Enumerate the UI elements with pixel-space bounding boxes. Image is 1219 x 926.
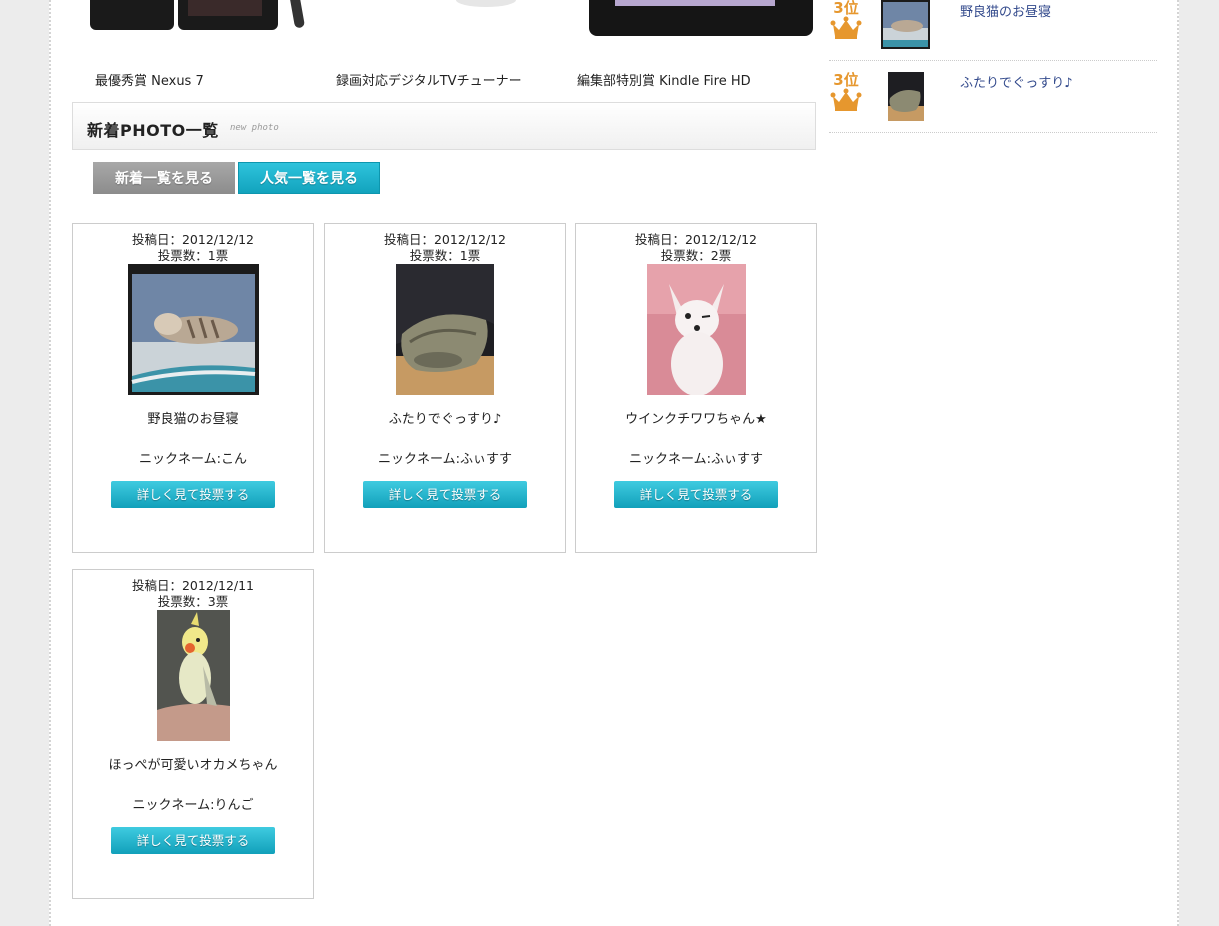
post-date: 投稿日：2012/12/12: [634, 232, 758, 247]
post-date: 投稿日：2012/12/11: [131, 578, 255, 593]
rank-number: 3位: [833, 0, 859, 17]
nickname: ニックネーム:こん: [139, 452, 247, 467]
vote-count: 投票数：3票: [157, 594, 229, 609]
crown-icon: [830, 88, 862, 111]
view-and-vote-button[interactable]: 詳しく見て投票する: [614, 481, 778, 508]
vote-count: 投票数：1票: [409, 248, 481, 263]
photo-title: ほっぺが可愛いオカメちゃん: [108, 758, 278, 773]
cat-photo[interactable]: [127, 264, 259, 395]
kindle-product-image: [589, 0, 813, 36]
ranking-thumbnail[interactable]: [888, 72, 924, 121]
photo-card: 投稿日：2012/12/12 投票数：1票 野良猫のお昼寝 ニックネーム:こん …: [72, 223, 314, 553]
ranking-item: 3位 ふたりでぐっすり♪: [829, 61, 1157, 133]
section-title: 新着PHOTO一覧: [87, 121, 219, 140]
prize-caption-nexus7: 最優秀賞 Nexus 7: [95, 74, 204, 89]
crown-icon: [830, 16, 862, 39]
nexus7-product-image: [90, 0, 305, 30]
prize-caption-kindle: 編集部特別賞 Kindle Fire HD: [577, 74, 751, 89]
ranking-thumbnail[interactable]: [881, 0, 930, 49]
post-date: 投稿日：2012/12/12: [131, 232, 255, 247]
rank-badge: 3位: [829, 0, 863, 44]
view-new-list-button[interactable]: 新着一覧を見る: [93, 162, 235, 194]
chihuahua-photo[interactable]: [646, 264, 746, 395]
view-popular-list-button[interactable]: 人気一覧を見る: [238, 162, 380, 194]
view-and-vote-button[interactable]: 詳しく見て投票する: [363, 481, 527, 508]
new-photo-section-header: 新着PHOTO一覧 new photo: [72, 102, 816, 150]
prize-caption-tv-tuner: 録画対応デジタルTVチューナー: [336, 74, 522, 89]
photo-title: 野良猫のお昼寝: [147, 412, 239, 427]
lizard-photo[interactable]: [396, 264, 494, 395]
ranking-title-link[interactable]: ふたりでぐっすり♪: [960, 72, 1073, 91]
nickname: ニックネーム:りんご: [132, 798, 254, 813]
nickname: ニックネーム:ふぃすす: [629, 452, 763, 467]
nickname: ニックネーム:ふぃすす: [378, 452, 512, 467]
photo-card: 投稿日：2012/12/12 投票数：1票 ふたりでぐっすり♪ ニックネーム:ふ…: [324, 223, 566, 553]
photo-title: ウインクチワワちゃん★: [625, 412, 767, 427]
section-subtitle: new photo: [230, 123, 279, 133]
photo-card: 投稿日：2012/12/12 投票数：2票 ウインクチワワちゃん★ ニックネーム…: [575, 223, 817, 553]
photo-card: 投稿日：2012/12/11 投票数：3票 ほっぺが可愛いオカメちゃん ニックネ…: [72, 569, 314, 899]
view-and-vote-button[interactable]: 詳しく見て投票する: [111, 827, 275, 854]
rank-badge: 3位: [829, 72, 863, 116]
page-content: 最優秀賞 Nexus 7 録画対応デジタルTVチューナー 編集部特別賞 Kind…: [49, 0, 1179, 926]
tv-tuner-product-image: [456, 0, 516, 7]
rank-number: 3位: [833, 71, 859, 89]
view-and-vote-button[interactable]: 詳しく見て投票する: [111, 481, 275, 508]
cockatiel-photo[interactable]: [156, 610, 230, 741]
vote-count: 投票数：1票: [157, 248, 229, 263]
post-date: 投稿日：2012/12/12: [383, 232, 507, 247]
photo-title: ふたりでぐっすり♪: [388, 412, 502, 427]
ranking-item: 3位 野良猫のお昼寝: [829, 0, 1157, 61]
ranking-title-link[interactable]: 野良猫のお昼寝: [960, 1, 1051, 20]
vote-count: 投票数：2票: [660, 248, 732, 263]
